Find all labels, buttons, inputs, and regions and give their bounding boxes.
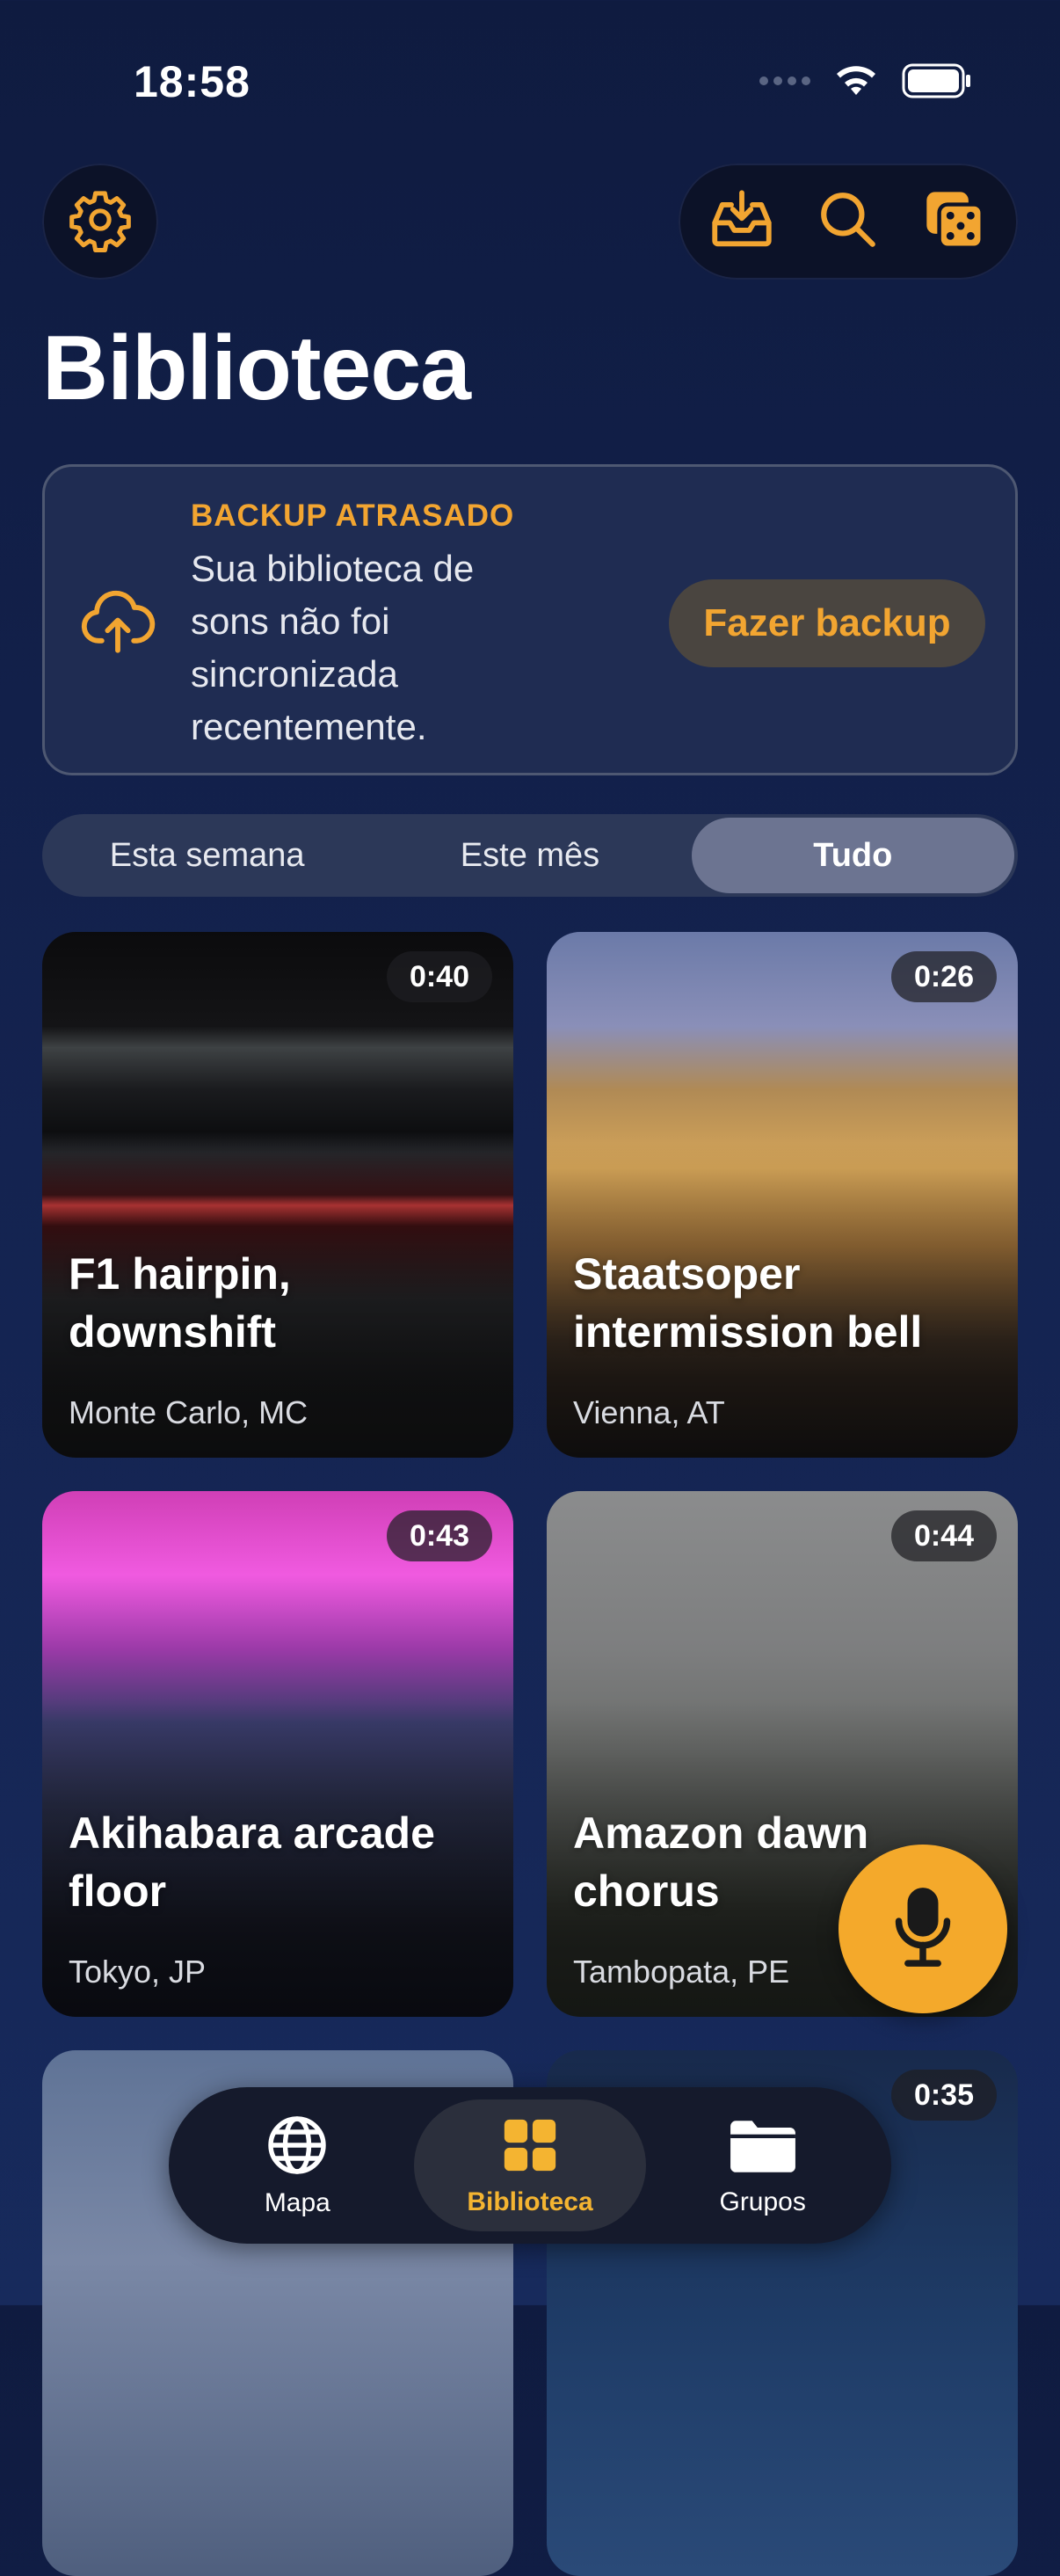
dice-icon <box>921 186 988 258</box>
status-time: 18:58 <box>134 57 250 106</box>
tab-library[interactable]: Biblioteca <box>413 2099 647 2231</box>
tab-label: Mapa <box>264 2187 330 2217</box>
cloud-upload-icon <box>78 586 157 661</box>
filter-this-week[interactable]: Esta semana <box>46 818 368 893</box>
microphone-icon <box>886 1885 960 1974</box>
recording-card[interactable]: 0:43 Akihabara arcade floor Tokyo, JP <box>42 1491 513 2017</box>
filter-this-month[interactable]: Este mês <box>368 818 691 893</box>
grid-icon <box>499 2114 561 2180</box>
duration-badge: 0:40 <box>386 951 492 1002</box>
inbox-download-icon <box>706 184 778 260</box>
globe-icon <box>265 2114 329 2181</box>
duration-badge: 0:44 <box>890 1510 997 1561</box>
gear-icon <box>67 186 134 258</box>
tab-groups[interactable]: Grupos <box>646 2099 879 2231</box>
settings-button[interactable] <box>42 164 158 280</box>
recording-title: Staatsoper intermission bell <box>573 1249 923 1357</box>
search-button[interactable] <box>804 178 892 266</box>
top-action-group <box>679 164 1018 280</box>
random-button[interactable] <box>911 178 998 266</box>
status-indicators <box>759 63 972 98</box>
folder-icon <box>728 2114 798 2180</box>
duration-badge: 0:43 <box>386 1510 492 1561</box>
battery-icon <box>902 63 972 98</box>
tab-label: Grupos <box>719 2187 806 2216</box>
recording-location: Vienna, AT <box>573 1394 725 1430</box>
search-icon <box>816 187 881 257</box>
recording-title: F1 hairpin, downshift <box>69 1249 291 1357</box>
import-button[interactable] <box>698 178 786 266</box>
page-title: Biblioteca <box>42 317 471 419</box>
recording-location: Tambopata, PE <box>573 1954 790 1990</box>
recording-location: Tokyo, JP <box>69 1954 207 1990</box>
recording-card[interactable]: 0:40 F1 hairpin, downshift Monte Carlo, … <box>42 932 513 1458</box>
backup-message: Sua biblioteca de sons não foi sincroniz… <box>191 548 475 747</box>
duration-badge: 0:26 <box>890 951 997 1002</box>
time-filter-segmented-control: Esta semana Este mês Tudo <box>42 814 1018 897</box>
recording-title: Akihabara arcade floor <box>69 1808 435 1916</box>
backup-banner: BACKUP ATRASADO Sua biblioteca de sons n… <box>42 464 1018 775</box>
bottom-tab-bar: Mapa Biblioteca Grupos <box>169 2087 891 2244</box>
tab-map[interactable]: Mapa <box>181 2099 414 2231</box>
recording-card[interactable]: 0:26 Staatsoper intermission bell Vienna… <box>547 932 1018 1458</box>
wifi-icon <box>833 63 879 98</box>
cellular-signal-icon <box>759 76 810 85</box>
filter-all[interactable]: Tudo <box>691 818 1014 893</box>
duration-badge: 0:35 <box>890 2070 997 2121</box>
tab-label: Biblioteca <box>467 2187 593 2216</box>
recording-location: Monte Carlo, MC <box>69 1394 309 1430</box>
backup-warning-label: BACKUP ATRASADO <box>191 498 515 533</box>
backup-now-button[interactable]: Fazer backup <box>669 579 985 667</box>
record-button[interactable] <box>839 1845 1007 2013</box>
